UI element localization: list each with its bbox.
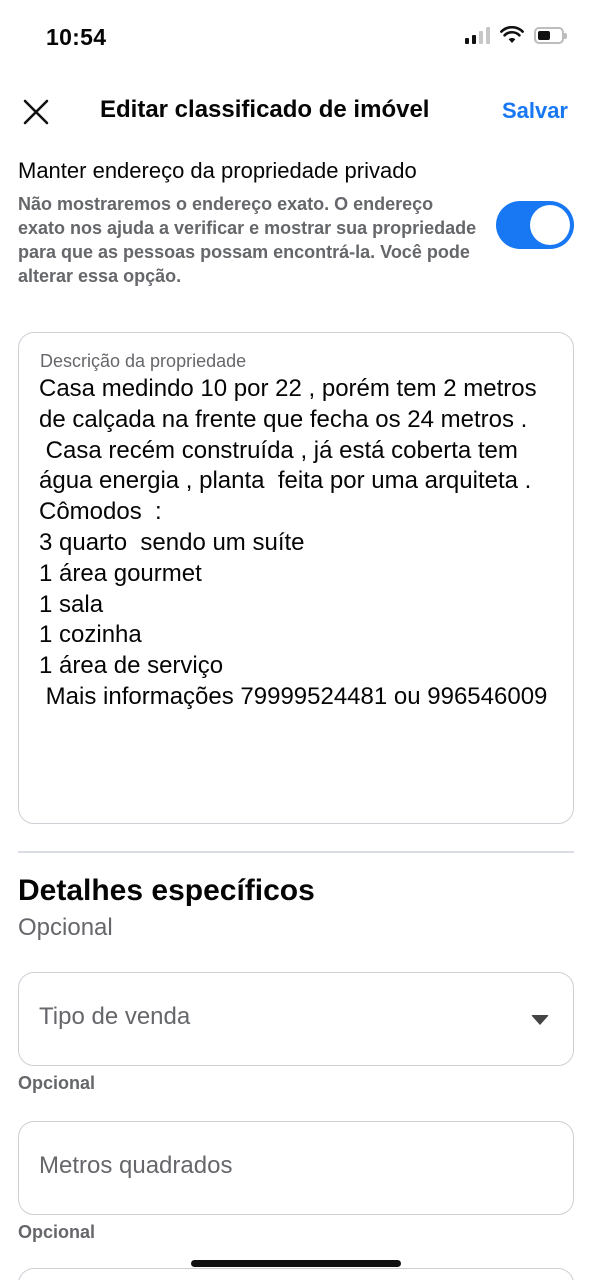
page-title: Editar classificado de imóvel bbox=[100, 96, 430, 123]
close-icon bbox=[23, 99, 49, 125]
square-meters-placeholder: Metros quadrados bbox=[39, 1152, 233, 1179]
status-icons bbox=[465, 26, 567, 44]
cellular-signal-icon bbox=[465, 26, 490, 44]
square-meters-helper: Opcional bbox=[18, 1222, 96, 1242]
divider bbox=[18, 851, 574, 853]
header: Editar classificado de imóvel Salvar bbox=[0, 86, 592, 136]
close-button[interactable] bbox=[18, 94, 54, 130]
home-indicator bbox=[191, 1260, 401, 1267]
details-title: Detalhes específicos bbox=[18, 874, 315, 907]
property-description-field[interactable]: Descrição da propriedade Casa medindo 10… bbox=[18, 332, 574, 824]
save-button[interactable]: Salvar bbox=[502, 98, 568, 124]
square-meters-input[interactable]: Metros quadrados bbox=[18, 1121, 574, 1215]
status-time: 10:54 bbox=[46, 24, 107, 50]
toggle-knob bbox=[530, 205, 570, 245]
privacy-title: Manter endereço da propriedade privado bbox=[18, 158, 417, 183]
wifi-icon bbox=[500, 26, 524, 43]
sale-type-placeholder: Tipo de venda bbox=[39, 1003, 191, 1030]
privacy-setting: Manter endereço da propriedade privado N… bbox=[18, 158, 578, 288]
details-subtitle: Opcional bbox=[18, 914, 113, 941]
sale-type-select[interactable]: Tipo de venda bbox=[18, 972, 574, 1066]
private-address-toggle[interactable] bbox=[496, 201, 574, 249]
description-label: Descrição da propriedade bbox=[40, 351, 247, 371]
chevron-down-icon bbox=[531, 1015, 549, 1025]
next-field[interactable] bbox=[18, 1268, 574, 1280]
status-bar: 10:54 bbox=[0, 0, 592, 70]
description-text[interactable]: Casa medindo 10 por 22 , porém tem 2 met… bbox=[39, 374, 553, 713]
privacy-description: Não mostraremos o endereço exato. O ende… bbox=[18, 194, 477, 286]
sale-type-helper: Opcional bbox=[18, 1073, 96, 1093]
battery-icon bbox=[534, 26, 567, 44]
